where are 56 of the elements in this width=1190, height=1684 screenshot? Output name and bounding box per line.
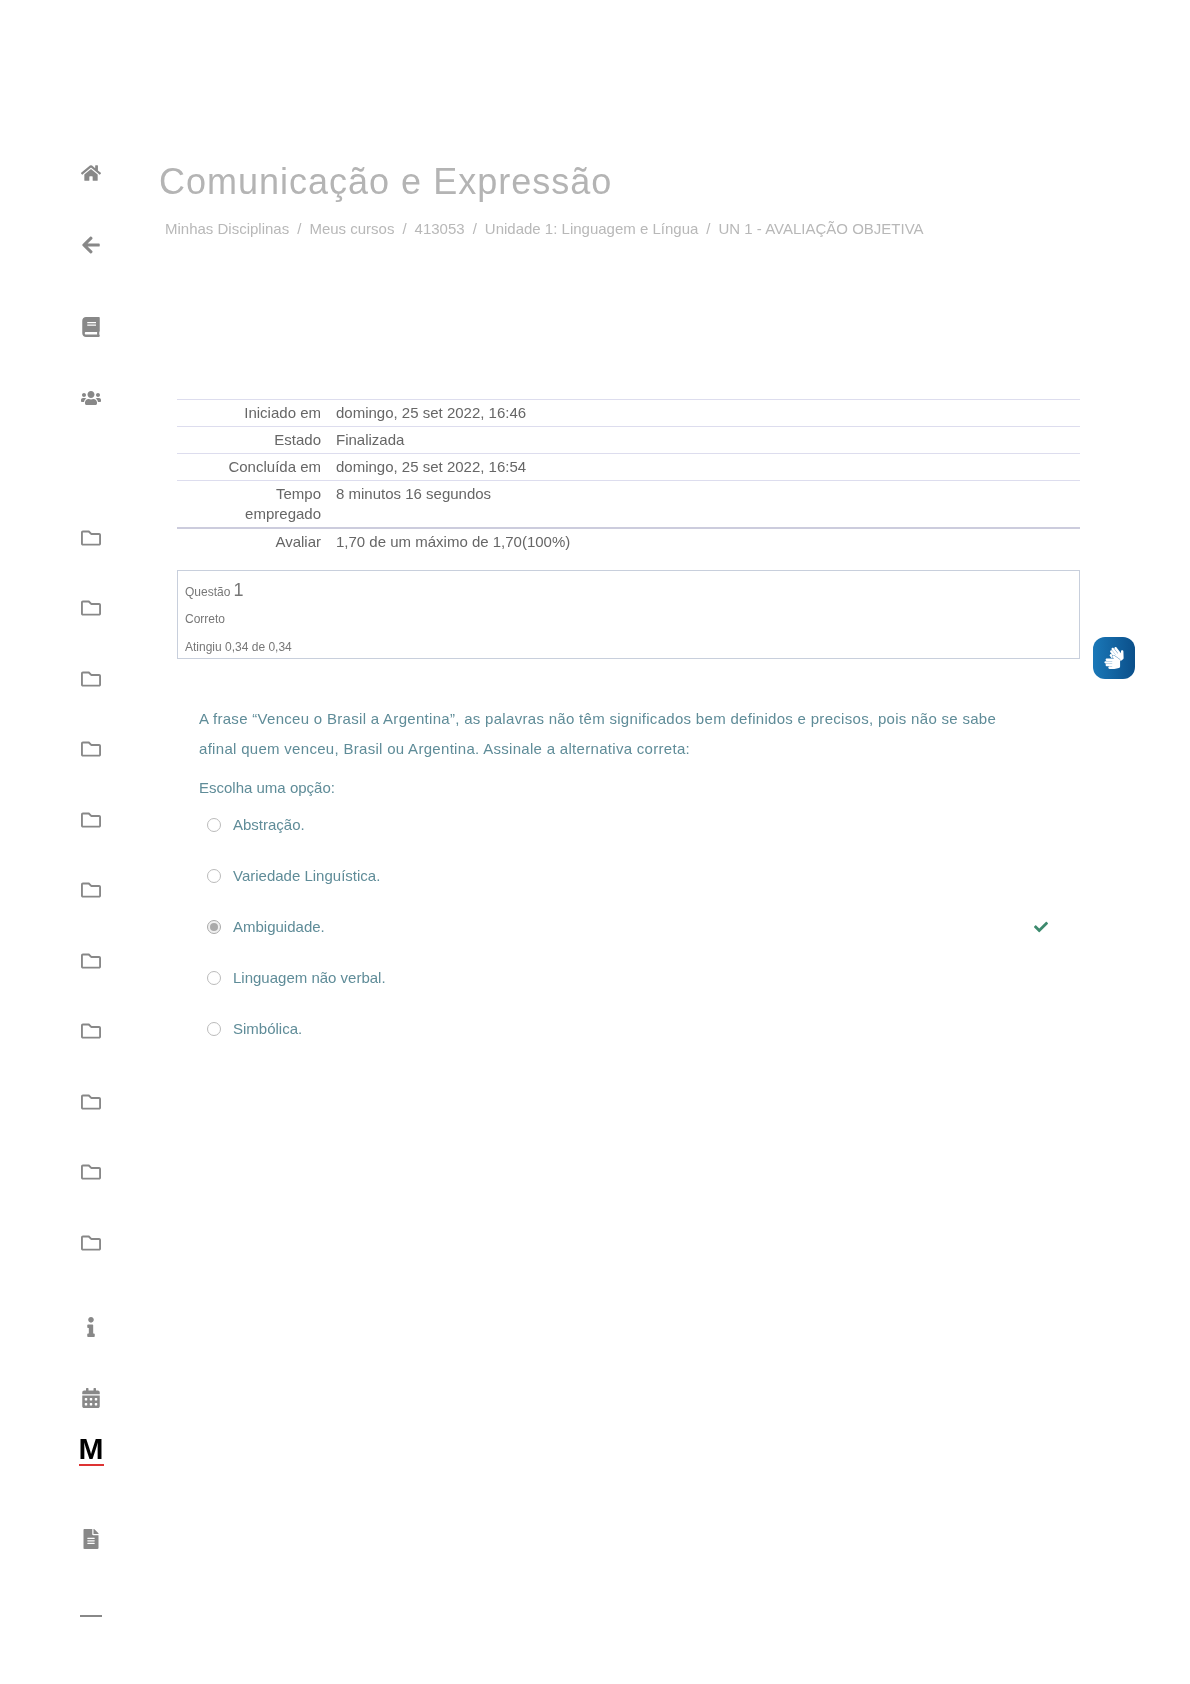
folder-icon[interactable]	[81, 1162, 101, 1182]
folder-icon[interactable]	[81, 598, 101, 618]
users-icon[interactable]	[81, 388, 101, 408]
summary-label: Concluída em	[227, 456, 321, 477]
radio-button[interactable]	[207, 971, 221, 985]
prompt-text: Escolha uma opção:	[199, 777, 336, 798]
option-label[interactable]: Abstração.	[233, 813, 305, 837]
radio-button[interactable]	[207, 920, 221, 934]
summary-label: Iniciado em	[243, 402, 321, 423]
folder-icon[interactable]	[81, 951, 101, 971]
folder-icon[interactable]	[81, 880, 101, 900]
breadcrumb-link[interactable]: Minhas Disciplinas	[165, 218, 290, 241]
option-label[interactable]: Ambiguidade.	[233, 915, 325, 939]
question-text: A frase “Venceu o Brasil a Argentina”, as palavras não têm significados bem definidos e precisos, pois não se sabe afinal quem venceu, Brasil ou Argentina. Assinale a alternativa correta:	[199, 708, 998, 759]
question-number: 1	[233, 578, 244, 602]
sign-language-button[interactable]	[1093, 637, 1135, 679]
home-icon[interactable]	[81, 163, 101, 183]
option-label[interactable]: Linguagem não verbal.	[233, 966, 386, 990]
question-label: Questão	[185, 583, 231, 601]
summary-label: Avaliar	[274, 531, 321, 552]
summary-value: 8 minutos 16 segundos	[335, 483, 492, 504]
breadcrumb-separator: /	[706, 219, 711, 239]
folder-icon[interactable]	[81, 810, 101, 830]
breadcrumb-link[interactable]: Unidade 1: Linguagem e Língua	[484, 218, 699, 241]
folder-icon[interactable]	[81, 528, 101, 548]
option-label[interactable]: Simbólica.	[233, 1017, 303, 1041]
radio-button[interactable]	[207, 818, 221, 832]
back-arrow-icon[interactable]	[81, 235, 101, 255]
breadcrumb-link[interactable]: UN 1 - AVALIAÇÃO OBJETIVA	[718, 218, 924, 241]
question-state: Correto	[185, 610, 226, 628]
option-label[interactable]: Variedade Linguística.	[233, 864, 381, 888]
breadcrumb-separator: /	[297, 219, 302, 239]
folder-icon[interactable]	[81, 1021, 101, 1041]
question-grade: Atingiu 0,34 de 0,34	[185, 638, 293, 656]
breadcrumb-link[interactable]: 413053	[414, 218, 465, 241]
breadcrumb-separator: /	[472, 219, 477, 239]
radio-button[interactable]	[207, 1022, 221, 1036]
radio-button[interactable]	[207, 869, 221, 883]
summary-label: Estado	[273, 429, 321, 450]
sign-language-icon	[1103, 647, 1125, 669]
calendar-icon[interactable]	[81, 1388, 101, 1408]
book-icon[interactable]	[81, 317, 101, 337]
logo[interactable]: M	[78, 1434, 104, 1466]
document-icon[interactable]	[81, 1529, 101, 1549]
page-title: Comunicação e Expressão	[159, 160, 614, 204]
summary-label: Tempo empregado	[244, 483, 321, 524]
summary-value: domingo, 25 set 2022, 16:46	[335, 402, 527, 423]
summary-value: domingo, 25 set 2022, 16:54	[335, 456, 527, 477]
folder-icon[interactable]	[81, 1233, 101, 1253]
breadcrumb-separator: /	[402, 219, 407, 239]
folder-icon[interactable]	[81, 1092, 101, 1112]
folder-icon[interactable]	[81, 669, 101, 689]
breadcrumb-link[interactable]: Meus cursos	[309, 218, 395, 241]
summary-value: Finalizada	[335, 429, 405, 450]
summary-value: 1,70 de um máximo de 1,70(100%)	[335, 531, 571, 552]
folder-icon[interactable]	[81, 739, 101, 759]
